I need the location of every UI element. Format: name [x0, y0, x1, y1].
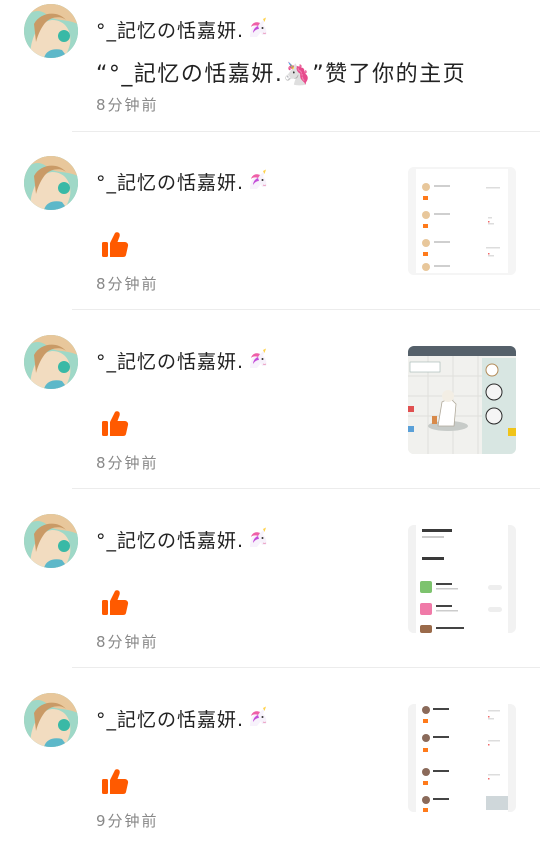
divider [72, 131, 540, 132]
username-text: °_記忆の恬嘉妍. [96, 530, 245, 552]
divider [72, 488, 540, 489]
avatar[interactable] [24, 4, 78, 58]
thumbs-up-icon [100, 409, 130, 439]
thumbs-up-icon [100, 230, 130, 260]
thumbs-up-icon [100, 767, 130, 797]
username[interactable]: °_記忆の恬嘉妍. [96, 16, 270, 43]
timestamp: 9分钟前 [96, 812, 159, 830]
post-preview-thumbnail[interactable] [408, 346, 516, 454]
username-text: °_記忆の恬嘉妍. [96, 172, 245, 194]
notification-item[interactable]: °_記忆の恬嘉妍. “°_記忆の恬嘉妍.🦄”赞了你的主页 8分钟前 [0, 0, 540, 132]
username-text: °_記忆の恬嘉妍. [96, 20, 245, 42]
timestamp: 8分钟前 [96, 275, 159, 293]
post-preview-thumbnail[interactable] [408, 525, 516, 633]
username-text: °_記忆の恬嘉妍. [96, 351, 245, 373]
divider [72, 309, 540, 310]
timestamp: 8分钟前 [96, 454, 159, 472]
unicorn-icon [246, 527, 270, 551]
timestamp: 8分钟前 [96, 96, 159, 114]
timestamp: 8分钟前 [96, 633, 159, 651]
username-text: °_記忆の恬嘉妍. [96, 709, 245, 731]
divider [72, 667, 540, 668]
thumbs-up-icon [100, 588, 130, 618]
avatar[interactable] [24, 693, 78, 747]
post-preview-thumbnail[interactable] [408, 704, 516, 812]
notification-item[interactable]: °_記忆の恬嘉妍. 8分钟前 [0, 510, 540, 668]
unicorn-icon [246, 17, 270, 41]
avatar[interactable] [24, 156, 78, 210]
notification-item[interactable]: °_記忆の恬嘉妍. 9分钟前 [0, 689, 540, 845]
message-text: “°_記忆の恬嘉妍.🦄”赞了你的主页 [96, 62, 467, 87]
post-preview-thumbnail[interactable] [408, 167, 516, 275]
unicorn-icon [246, 169, 270, 193]
avatar[interactable] [24, 514, 78, 568]
username[interactable]: °_記忆の恬嘉妍. [96, 347, 270, 374]
username[interactable]: °_記忆の恬嘉妍. [96, 526, 270, 553]
unicorn-icon [246, 706, 270, 730]
unicorn-icon [246, 348, 270, 372]
username[interactable]: °_記忆の恬嘉妍. [96, 705, 270, 732]
username[interactable]: °_記忆の恬嘉妍. [96, 168, 270, 195]
notification-item[interactable]: °_記忆の恬嘉妍. 8分钟前 [0, 152, 540, 310]
notification-item[interactable]: °_記忆の恬嘉妍. 8分钟前 [0, 331, 540, 489]
avatar[interactable] [24, 335, 78, 389]
